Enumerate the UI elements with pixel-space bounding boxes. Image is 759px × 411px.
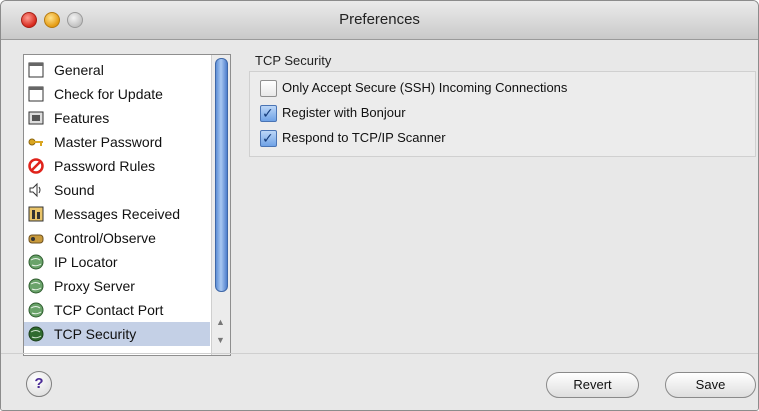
key-icon xyxy=(28,138,43,146)
sidebar-item-messages-received[interactable]: Messages Received xyxy=(24,202,210,226)
sidebar-item-label: Sound xyxy=(54,182,95,198)
window-icon xyxy=(28,86,44,102)
sidebar-item-label: IP Locator xyxy=(54,254,118,270)
sidebar-item-tcp-security[interactable]: TCP Security xyxy=(24,322,210,346)
sidebar-item-password-rules[interactable]: Password Rules xyxy=(24,154,210,178)
title-bar: Preferences xyxy=(1,1,758,40)
tcp-security-group-title: TCP Security xyxy=(255,53,332,68)
help-button[interactable]: ? xyxy=(26,371,52,397)
only-accept-secure-checkbox[interactable] xyxy=(260,80,277,97)
sidebar-item-ip-locator[interactable]: IP Locator xyxy=(24,250,210,274)
checkmark-icon: ✓ xyxy=(262,130,274,146)
sidebar-scrollbar[interactable]: ▲ ▼ xyxy=(211,55,230,355)
sidebar-item-label: Proxy Server xyxy=(54,278,135,294)
globe-icon xyxy=(28,302,44,318)
features-icon xyxy=(28,111,44,125)
sidebar-item-proxy-server[interactable]: Proxy Server xyxy=(24,274,210,298)
revert-button[interactable]: Revert xyxy=(546,372,639,398)
respond-to-scanner-checkbox[interactable]: ✓ xyxy=(260,130,277,147)
speaker-icon xyxy=(29,182,41,198)
footer-divider xyxy=(1,353,758,354)
only-accept-secure-label: Only Accept Secure (SSH) Incoming Connec… xyxy=(282,80,568,95)
checkmark-icon: ✓ xyxy=(262,105,274,121)
sidebar-item-tcp-contact-port[interactable]: TCP Contact Port xyxy=(24,298,210,322)
respond-to-scanner-label: Respond to TCP/IP Scanner xyxy=(282,130,446,145)
sidebar-item-label: General xyxy=(54,62,104,78)
globe-icon xyxy=(28,326,44,342)
sidebar-list: General Check for Update Features Master… xyxy=(24,58,210,346)
sidebar-item-features[interactable]: Features xyxy=(24,106,210,130)
preferences-sidebar: General Check for Update Features Master… xyxy=(23,54,231,356)
preferences-window: Preferences General Check for Update Fea… xyxy=(0,0,759,411)
save-button[interactable]: Save xyxy=(665,372,756,398)
sidebar-item-label: Control/Observe xyxy=(54,230,156,246)
window-title: Preferences xyxy=(339,11,420,28)
sidebar-item-label: Password Rules xyxy=(54,158,156,174)
messages-icon xyxy=(28,206,44,222)
scroll-down-arrow-icon[interactable]: ▼ xyxy=(216,335,225,345)
sidebar-item-label: TCP Contact Port xyxy=(54,302,164,318)
prohibited-icon xyxy=(28,158,44,174)
sidebar-item-label: Messages Received xyxy=(54,206,181,222)
tcp-security-group: Only Accept Secure (SSH) Incoming Connec… xyxy=(249,71,756,157)
sidebar-item-label: Master Password xyxy=(54,134,163,150)
window-icon xyxy=(28,62,44,78)
globe-icon xyxy=(28,254,44,270)
sidebar-item-label: Features xyxy=(54,110,110,126)
scrollbar-thumb[interactable] xyxy=(215,58,228,292)
preferences-content: General Check for Update Features Master… xyxy=(1,40,758,410)
globe-icon xyxy=(28,278,44,294)
sidebar-item-control-observe[interactable]: Control/Observe xyxy=(24,226,210,250)
control-icon xyxy=(28,234,44,244)
sidebar-item-label: Check for Update xyxy=(54,86,163,102)
sidebar-item-label: TCP Security xyxy=(54,326,137,342)
sidebar-item-general[interactable]: General xyxy=(24,58,210,82)
scroll-up-arrow-icon[interactable]: ▲ xyxy=(216,317,225,327)
register-with-bonjour-checkbox[interactable]: ✓ xyxy=(260,105,277,122)
sidebar-item-sound[interactable]: Sound xyxy=(24,178,210,202)
sidebar-item-check-for-update[interactable]: Check for Update xyxy=(24,82,210,106)
sidebar-item-master-password[interactable]: Master Password xyxy=(24,130,210,154)
register-with-bonjour-label: Register with Bonjour xyxy=(282,105,406,120)
